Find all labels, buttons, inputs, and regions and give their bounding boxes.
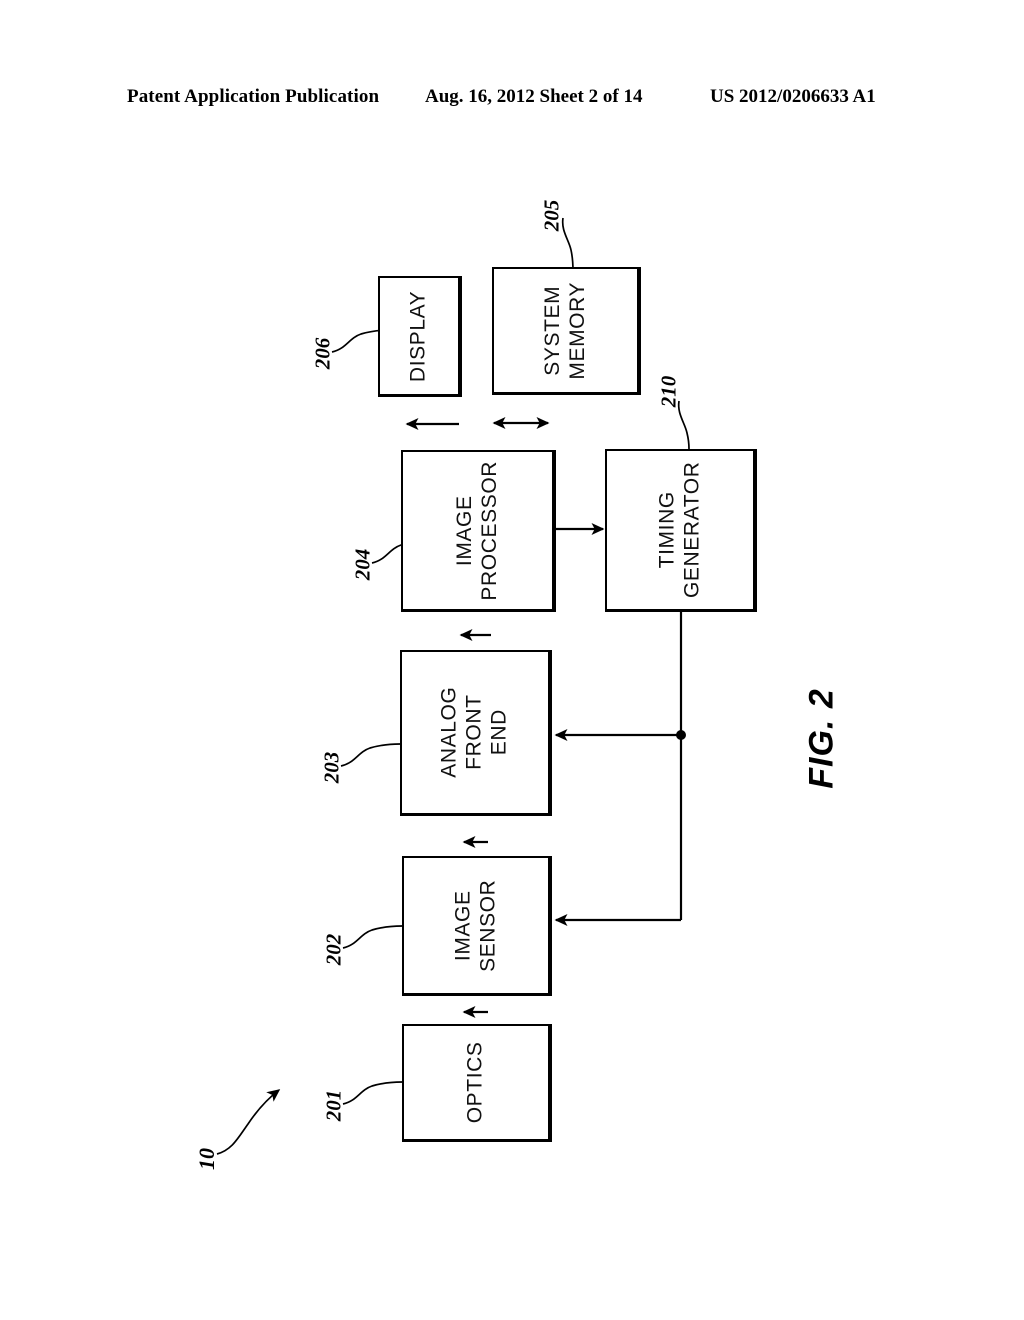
ref-numeral-205: 205 <box>539 199 564 232</box>
block-system-memory[interactable]: SYSTEM MEMORY <box>492 267 641 395</box>
figure-caption-text: FIG. 2 <box>802 687 841 789</box>
block-timing-generator-label: TIMING GENERATOR <box>655 461 703 599</box>
block-optics-label: OPTICS <box>463 1041 487 1124</box>
ref-numeral-201: 201 <box>321 1089 346 1122</box>
block-display-label: DISPLAY <box>406 290 430 382</box>
block-optics[interactable]: OPTICS <box>402 1024 552 1142</box>
ref-numeral-203: 203 <box>319 751 344 784</box>
leader-201 <box>342 1081 403 1105</box>
ref-numeral-system-10: 10 <box>194 1148 219 1170</box>
block-analog-front-end-label: ANALOG FRONT END <box>437 686 511 779</box>
block-image-sensor-label: IMAGE SENSOR <box>451 879 499 972</box>
ref-numeral-206: 206 <box>310 337 335 370</box>
block-image-processor-label: IMAGE PROCESSOR <box>452 460 501 601</box>
block-image-sensor[interactable]: IMAGE SENSOR <box>402 856 552 996</box>
leader-202 <box>342 925 403 949</box>
figure-caption: FIG. 2 <box>742 648 902 828</box>
ref-numeral-210: 210 <box>656 375 681 408</box>
block-image-processor[interactable]: IMAGE PROCESSOR <box>401 450 556 612</box>
block-timing-generator[interactable]: TIMING GENERATOR <box>605 449 757 612</box>
block-analog-front-end[interactable]: ANALOG FRONT END <box>400 650 552 816</box>
ref-numeral-204: 204 <box>350 548 375 581</box>
leader-210 <box>677 400 690 450</box>
block-display[interactable]: DISPLAY <box>378 276 462 397</box>
leader-203 <box>340 743 401 767</box>
junction-dot <box>676 730 686 740</box>
figure-2-block-diagram: OPTICS IMAGE SENSOR ANALOG FRONT END IMA… <box>0 0 1024 1320</box>
block-system-memory-label: SYSTEM MEMORY <box>540 281 589 380</box>
ref-numeral-202: 202 <box>321 933 346 966</box>
leader-10 <box>216 1089 281 1155</box>
